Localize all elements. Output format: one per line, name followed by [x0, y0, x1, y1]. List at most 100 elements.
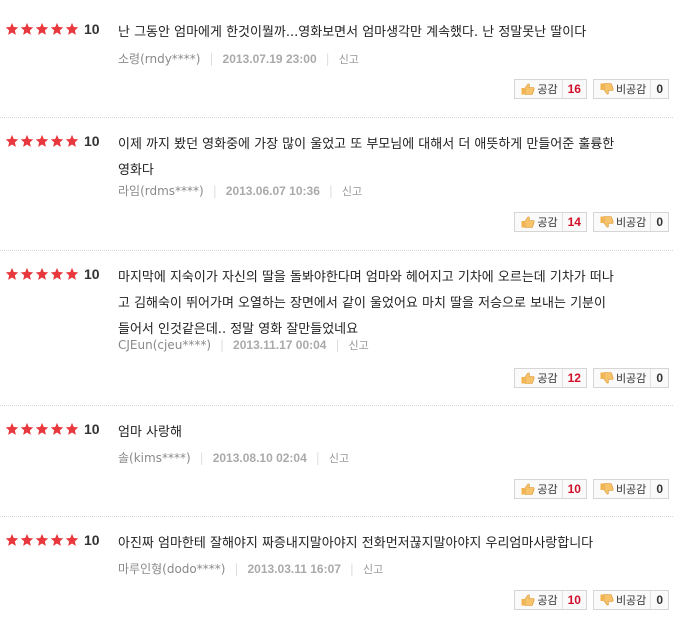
review-text: 아진짜 엄마한테 잘해야지 짜증내지말아야지 전화먼저끊지말아야지 우리엄마사랑…: [118, 536, 594, 551]
rating-score: 10: [84, 532, 100, 548]
meta-separator: |: [325, 51, 330, 66]
dislike-label: 비공감: [615, 594, 647, 607]
star-icon: [5, 422, 19, 435]
star-icon: [5, 533, 19, 546]
thumbs-down-icon: [600, 594, 614, 606]
rating-score: 10: [84, 21, 100, 37]
dislike-label: 비공감: [615, 83, 647, 96]
rating-score: 10: [84, 133, 100, 149]
thumbs-up-icon: [521, 216, 535, 228]
review-author[interactable]: 소령(rndy****): [118, 50, 201, 67]
star-icon: [50, 267, 64, 280]
review-date: 2013.11.17 00:04: [233, 338, 327, 352]
review-meta: 솔(kims****) | 2013.08.10 02:04 | 신고: [118, 449, 349, 466]
star-icon: [20, 134, 34, 147]
star-icon: [65, 134, 79, 147]
review-author[interactable]: 마루인형(dodo****): [118, 560, 225, 577]
like-count: 10: [561, 480, 586, 498]
like-button[interactable]: 공감 12: [514, 368, 587, 388]
like-button[interactable]: 공감 10: [514, 479, 587, 499]
star-icon: [35, 22, 49, 35]
dislike-button[interactable]: 비공감 0: [592, 368, 669, 388]
dislike-count: 0: [650, 213, 668, 231]
review-text: 이제 까지 봤던 영화중에 가장 많이 울었고 또 부모님에 대해서 더 애뜻하…: [118, 137, 615, 178]
review-divider: [0, 250, 673, 251]
star-rating: [5, 22, 80, 36]
like-button[interactable]: 공감 10: [514, 590, 587, 610]
meta-separator: |: [349, 561, 354, 576]
dislike-count: 0: [650, 80, 668, 98]
dislike-button[interactable]: 비공감 0: [592, 212, 669, 232]
review-text: 엄마 사랑해: [118, 425, 182, 440]
star-rating: [5, 422, 80, 436]
like-button[interactable]: 공감 14: [514, 212, 587, 232]
dislike-count: 0: [650, 480, 668, 498]
star-icon: [50, 533, 64, 546]
star-icon: [20, 267, 34, 280]
star-icon: [5, 267, 19, 280]
review-divider: [0, 405, 673, 406]
review-date: 2013.08.10 02:04: [212, 450, 307, 465]
review-date: 2013.03.11 16:07: [247, 561, 341, 576]
dislike-label: 비공감: [615, 372, 647, 385]
thumbs-up-icon: [521, 83, 535, 95]
report-link[interactable]: 신고: [342, 183, 362, 199]
like-button[interactable]: 공감 16: [514, 79, 587, 99]
review-meta: 마루인형(dodo****) | 2013.03.11 16:07 | 신고: [118, 560, 383, 577]
review-meta: 라임(rdms****) | 2013.06.07 10:36 | 신고: [118, 182, 362, 199]
like-count: 16: [561, 80, 586, 98]
meta-separator: |: [209, 51, 214, 66]
star-icon: [5, 22, 19, 35]
star-icon: [50, 134, 64, 147]
star-icon: [50, 22, 64, 35]
vote-buttons: 공감 10 비공감 0: [514, 479, 669, 499]
meta-separator: |: [328, 183, 333, 198]
dislike-button[interactable]: 비공감 0: [592, 79, 669, 99]
review-author[interactable]: 솔(kims****): [118, 449, 191, 466]
star-icon: [20, 422, 34, 435]
like-label: 공감: [537, 83, 558, 96]
star-icon: [5, 134, 19, 147]
vote-buttons: 공감 10 비공감 0: [514, 590, 669, 610]
vote-buttons: 공감 14 비공감 0: [514, 212, 669, 232]
report-link[interactable]: 신고: [363, 561, 383, 577]
rating-score: 10: [84, 421, 100, 437]
like-count: 12: [561, 369, 586, 387]
star-rating: [5, 533, 80, 547]
dislike-button[interactable]: 비공감 0: [592, 479, 669, 499]
thumbs-up-icon: [521, 594, 535, 606]
dislike-count: 0: [650, 369, 668, 387]
star-rating: [5, 134, 80, 148]
review-meta: CJEun(cjeu****) | 2013.11.17 00:04 | 신고: [118, 337, 369, 353]
like-count: 14: [561, 213, 586, 231]
thumbs-down-icon: [600, 83, 614, 95]
dislike-button[interactable]: 비공감 0: [592, 590, 669, 610]
meta-separator: |: [199, 450, 204, 465]
review-author[interactable]: 라임(rdms****): [118, 182, 204, 199]
star-rating: [5, 267, 80, 281]
report-link[interactable]: 신고: [339, 51, 359, 67]
like-label: 공감: [537, 372, 558, 385]
review-author[interactable]: CJEun(cjeu****): [118, 338, 211, 352]
rating-score: 10: [84, 266, 100, 282]
like-label: 공감: [537, 483, 558, 496]
review-text: 난 그동안 엄마에게 한것이뭘까...영화보면서 엄마생각만 계속했다. 난 정…: [118, 25, 587, 40]
thumbs-up-icon: [521, 483, 535, 495]
dislike-label: 비공감: [615, 216, 647, 229]
like-label: 공감: [537, 594, 558, 607]
meta-separator: |: [220, 338, 225, 352]
report-link[interactable]: 신고: [349, 337, 369, 353]
star-icon: [20, 533, 34, 546]
review-divider: [0, 117, 673, 118]
report-link[interactable]: 신고: [329, 450, 349, 466]
thumbs-down-icon: [600, 372, 614, 384]
star-icon: [35, 533, 49, 546]
vote-buttons: 공감 16 비공감 0: [514, 79, 669, 99]
star-icon: [20, 22, 34, 35]
star-icon: [35, 422, 49, 435]
dislike-count: 0: [650, 591, 668, 609]
meta-separator: |: [335, 338, 340, 352]
like-label: 공감: [537, 216, 558, 229]
thumbs-down-icon: [600, 216, 614, 228]
review-meta: 소령(rndy****) | 2013.07.19 23:00 | 신고: [118, 50, 359, 67]
